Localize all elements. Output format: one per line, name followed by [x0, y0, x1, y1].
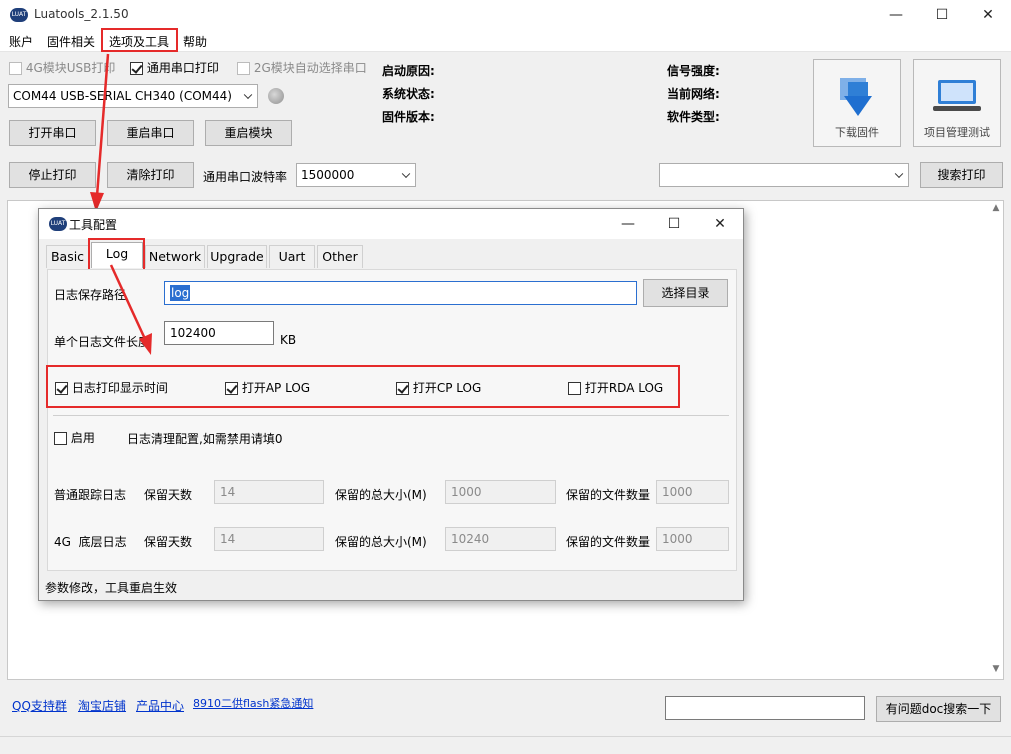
- arrow-menu-to-dialog: [95, 53, 110, 197]
- tool-config-dialog: LUAT 工具配置 — ☐ ✕ Basic Log Network Upgrad…: [38, 208, 744, 601]
- annotation-arrow-2: [109, 264, 152, 355]
- arrow-head: [139, 333, 152, 355]
- arrow-tab-to-options: [109, 264, 147, 340]
